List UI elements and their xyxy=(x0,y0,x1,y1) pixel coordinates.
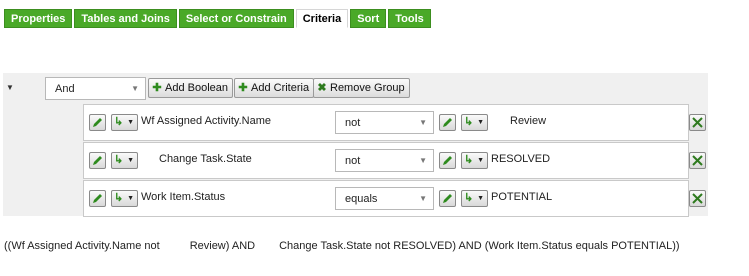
dropdown-arrow-icon: ▼ xyxy=(127,119,134,126)
criteria-row: ↳ ▼ Wf Assigned Activity.Name not ▼ ↳ ▼ Re… xyxy=(83,104,689,141)
criteria-expression: ((Wf Assigned Activity.Name not Review) A… xyxy=(4,240,680,252)
field-menu-button[interactable]: ↳ ▼ xyxy=(111,114,138,131)
tab-properties[interactable]: Properties xyxy=(4,9,73,28)
pencil-icon[interactable] xyxy=(89,114,106,131)
tab-criteria[interactable]: Criteria xyxy=(295,9,349,28)
criteria-row: ↳ ▼ Work Item.Status equals ▼ ↳ ▼ POTENTIA… xyxy=(83,180,689,217)
criteria-operator-select[interactable]: not ▼ xyxy=(335,149,434,172)
criteria-operator-value: equals xyxy=(345,193,378,205)
field-menu-button[interactable]: ↳ ▼ xyxy=(111,190,138,207)
value-menu-button[interactable]: ↳ ▼ xyxy=(461,190,488,207)
pencil-icon[interactable] xyxy=(439,114,456,131)
plus-icon: ✚ xyxy=(152,82,162,94)
link-icon: ↳ xyxy=(464,116,474,128)
tab-select-or-constrain[interactable]: Select or Constrain xyxy=(178,9,294,28)
tab-bar: Properties Tables and Joins Select or Co… xyxy=(4,9,433,28)
plus-icon: ✚ xyxy=(238,82,248,94)
criteria-operator-value: not xyxy=(345,155,361,167)
link-icon: ↳ xyxy=(464,192,474,204)
pencil-icon[interactable] xyxy=(439,152,456,169)
dropdown-arrow-icon: ▼ xyxy=(419,156,427,165)
add-criteria-label: Add Criteria xyxy=(251,82,310,94)
remove-icon[interactable] xyxy=(689,190,706,207)
criteria-field: Work Item.Status xyxy=(141,191,226,203)
field-menu-button[interactable]: ↳ ▼ xyxy=(111,152,138,169)
expression-part: Review) AND xyxy=(189,240,256,252)
criteria-row: ↳ ▼ Change Task.State not ▼ ↳ ▼ RESOLVED xyxy=(83,142,689,179)
criteria-value: POTENTIAL xyxy=(491,191,553,203)
dropdown-arrow-icon: ▼ xyxy=(419,194,427,203)
expression-part: Change Task.State not RESOLVED) AND (Wor… xyxy=(279,240,680,252)
link-icon: ↳ xyxy=(114,116,124,128)
remove-group-label: Remove Group xyxy=(330,82,405,94)
tab-tables-and-joins[interactable]: Tables and Joins xyxy=(74,9,177,28)
link-icon: ↳ xyxy=(114,192,124,204)
criteria-operator-select[interactable]: not ▼ xyxy=(335,111,434,134)
value-menu-button[interactable]: ↳ ▼ xyxy=(461,114,488,131)
criteria-field: Change Task.State xyxy=(159,153,252,165)
dropdown-arrow-icon: ▼ xyxy=(419,118,427,127)
criteria-operator-select[interactable]: equals ▼ xyxy=(335,187,434,210)
x-icon: ✖ xyxy=(317,82,327,94)
link-icon: ↳ xyxy=(464,154,474,166)
dropdown-arrow-icon: ▼ xyxy=(127,157,134,164)
criteria-value: Review xyxy=(510,115,547,127)
add-boolean-label: Add Boolean xyxy=(165,82,228,94)
add-boolean-button[interactable]: ✚ Add Boolean xyxy=(148,78,233,98)
criteria-field: Wf Assigned Activity.Name xyxy=(141,115,272,127)
tab-sort[interactable]: Sort xyxy=(350,9,387,28)
tab-tools[interactable]: Tools xyxy=(388,9,431,28)
remove-icon[interactable] xyxy=(689,114,706,131)
value-menu-button[interactable]: ↳ ▼ xyxy=(461,152,488,169)
criteria-group: ▼ And ▼ ✚ Add Boolean ✚ Add Criteria ✖ Remo… xyxy=(3,73,708,217)
criteria-value: RESOLVED xyxy=(491,153,551,165)
group-operator-select[interactable]: And ▼ xyxy=(45,77,146,100)
dropdown-arrow-icon: ▼ xyxy=(131,84,139,93)
group-operator-value: And xyxy=(55,83,75,95)
pencil-icon[interactable] xyxy=(89,190,106,207)
dropdown-arrow-icon: ▼ xyxy=(477,195,484,202)
remove-group-button[interactable]: ✖ Remove Group xyxy=(313,78,410,98)
add-criteria-button[interactable]: ✚ Add Criteria xyxy=(234,78,315,98)
dropdown-arrow-icon: ▼ xyxy=(477,157,484,164)
link-icon: ↳ xyxy=(114,154,124,166)
pencil-icon[interactable] xyxy=(439,190,456,207)
dropdown-arrow-icon: ▼ xyxy=(477,119,484,126)
dropdown-arrow-icon: ▼ xyxy=(127,195,134,202)
triangle-down-icon[interactable]: ▼ xyxy=(6,83,14,92)
pencil-icon[interactable] xyxy=(89,152,106,169)
expression-part: ((Wf Assigned Activity.Name not xyxy=(4,240,160,252)
remove-icon[interactable] xyxy=(689,152,706,169)
criteria-operator-value: not xyxy=(345,117,361,129)
